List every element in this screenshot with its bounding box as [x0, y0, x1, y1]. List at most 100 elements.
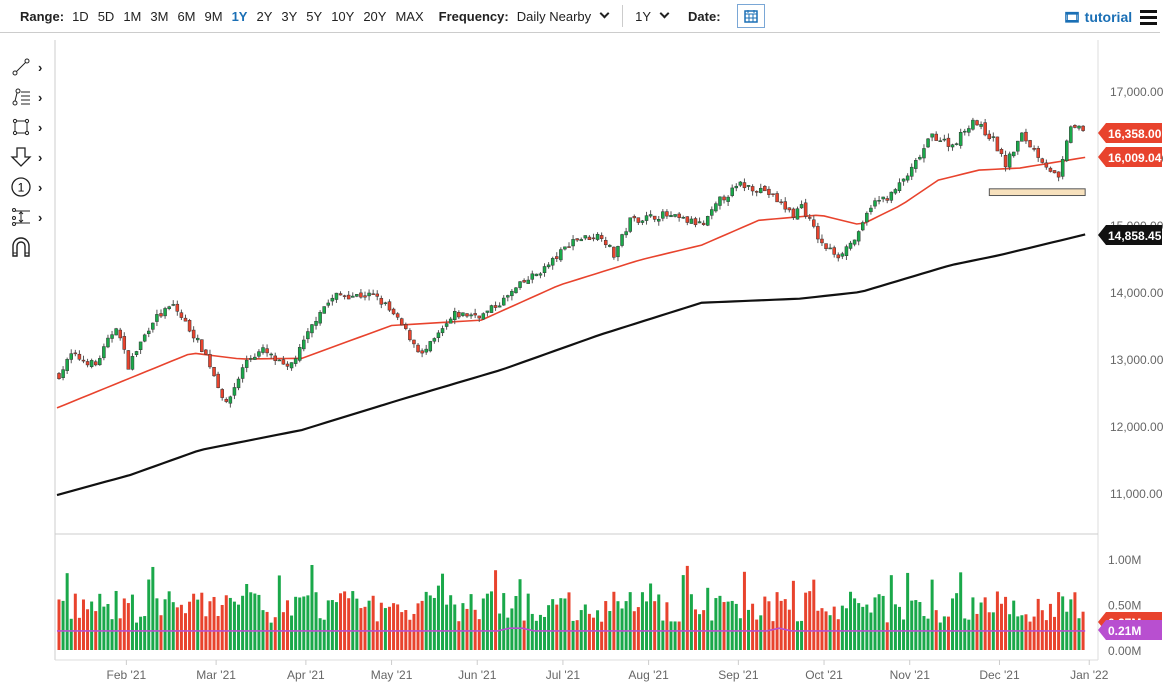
candle-body: [530, 273, 535, 280]
candle-body: [371, 293, 375, 295]
candle-body: [465, 313, 469, 317]
volume-bar: [885, 622, 889, 650]
volume-bar: [90, 601, 94, 650]
candle-body: [1056, 171, 1061, 178]
volume-bar: [747, 609, 751, 650]
candle-body: [775, 193, 779, 203]
volume-ma-label: 0.21M: [1108, 624, 1141, 638]
candle-body: [387, 301, 392, 311]
volume-bar: [114, 590, 118, 650]
volume-bar: [812, 579, 816, 650]
volume-bar: [208, 601, 212, 650]
volume-bar: [591, 617, 595, 650]
x-tick-label: Aug '21: [628, 668, 669, 682]
candle-body: [448, 318, 453, 324]
candle-body: [799, 204, 804, 209]
candle-body: [228, 396, 233, 404]
candle-body: [644, 215, 649, 221]
volume-bar: [86, 609, 90, 650]
candle-body: [77, 353, 82, 360]
volume-bar: [367, 600, 371, 650]
volume-bar: [290, 615, 294, 650]
volume-bar: [906, 572, 910, 650]
candle-body: [1028, 140, 1032, 148]
candle-body: [1040, 158, 1045, 163]
candle-body: [114, 328, 118, 336]
candle-body: [599, 235, 604, 239]
candle-body: [85, 361, 90, 366]
volume-bar: [685, 565, 689, 650]
volume-bar: [473, 609, 477, 650]
volume-bar: [73, 593, 77, 650]
candle-body: [567, 246, 571, 248]
candle-body: [873, 200, 877, 207]
candle-body: [999, 149, 1004, 154]
candle-body: [865, 212, 869, 223]
candle-body: [318, 312, 322, 324]
volume-bar: [828, 615, 832, 650]
volume-bar: [1069, 599, 1073, 650]
candle-body: [93, 361, 98, 366]
volume-bar: [836, 619, 840, 650]
volume-bar: [926, 618, 930, 650]
candle-body: [734, 185, 739, 189]
candle-body: [816, 226, 820, 240]
price-chart[interactable]: 11,000.0012,000.0013,000.0014,000.0015,0…: [0, 0, 1174, 686]
volume-bar: [445, 604, 449, 650]
candle-body: [971, 119, 975, 130]
candle-body: [110, 334, 114, 339]
candle-body: [608, 244, 612, 247]
volume-bar: [285, 600, 289, 650]
support-zone-rect[interactable]: [988, 188, 1086, 197]
candle-body: [424, 348, 428, 353]
volume-bar: [575, 620, 579, 650]
candle-body: [98, 358, 102, 366]
candle-body: [616, 246, 620, 258]
candle-body: [155, 314, 159, 322]
volume-bar: [649, 583, 653, 650]
candle-body: [803, 202, 808, 217]
volume-bar: [600, 621, 604, 650]
volume-bar: [461, 603, 465, 650]
candle-body: [824, 243, 828, 249]
candle-body: [673, 214, 677, 217]
volume-bar: [143, 616, 147, 650]
volume-bar: [857, 603, 861, 650]
candle-body: [848, 242, 853, 249]
volume-bar: [657, 594, 661, 650]
volume-bar: [693, 609, 697, 650]
volume-bar: [232, 601, 236, 650]
candle-body: [820, 238, 824, 244]
volume-bar: [677, 621, 681, 650]
volume-tick-label: 1.00M: [1108, 553, 1141, 567]
candle-body: [587, 236, 592, 240]
volume-bar: [269, 622, 273, 650]
y-tick-label: 17,000.00: [1110, 85, 1164, 99]
candle-body: [359, 292, 363, 298]
volume-bar: [339, 593, 343, 650]
volume-bar: [318, 618, 322, 650]
volume-bar: [718, 595, 722, 650]
candle-body: [967, 128, 971, 133]
candle-body: [889, 191, 894, 201]
candle-body: [665, 211, 669, 217]
volume-bar: [179, 604, 183, 650]
candle-body: [159, 313, 163, 317]
candle-body: [546, 264, 551, 268]
volume-bar: [408, 619, 412, 650]
candle-body: [1024, 131, 1028, 142]
candle-body: [881, 196, 885, 200]
volume-bar: [249, 592, 253, 650]
volume-bar: [334, 602, 338, 650]
candle-body: [909, 166, 914, 177]
candle-body: [852, 239, 857, 245]
volume-bar: [298, 597, 302, 650]
candle-body: [844, 246, 849, 256]
candle-body: [130, 356, 135, 370]
volume-bar: [844, 608, 848, 650]
volume-bar: [167, 591, 171, 650]
volume-bar: [457, 621, 461, 650]
candle-body: [624, 231, 628, 236]
candle-body: [195, 337, 200, 341]
candle-body: [330, 297, 335, 302]
